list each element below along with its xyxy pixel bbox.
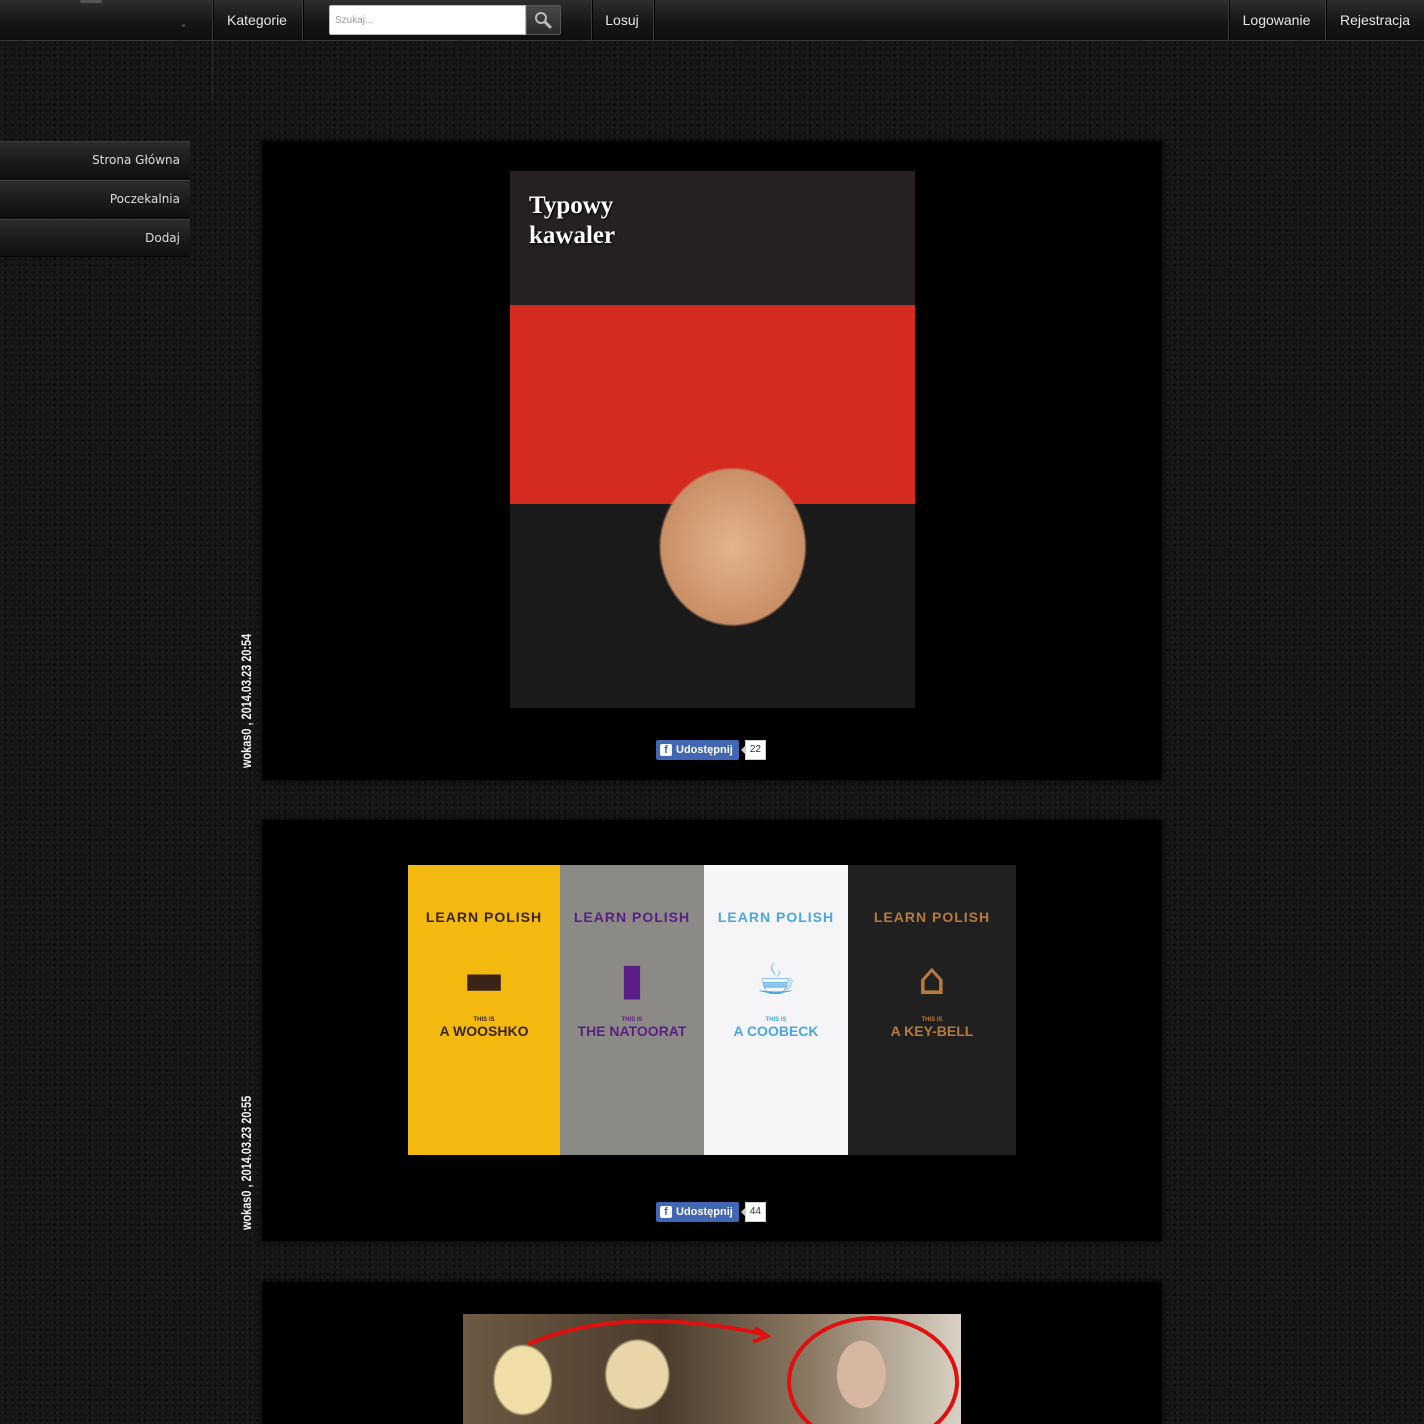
site-logo[interactable] xyxy=(0,0,212,40)
shirt-wooshko: LEARN POLISH ▬ THIS IS A WOOSHKO xyxy=(408,865,560,1155)
share-label: Udostępnij xyxy=(676,1206,733,1218)
red-annotation-icon xyxy=(527,1316,959,1424)
top-navigation-bar: Kategorie Losuj Logowanie Rejestracja xyxy=(0,0,1424,41)
post-author-date: wokas0 , 2014.03.23 20:55 xyxy=(238,1095,254,1230)
facebook-share-button[interactable]: f Udostępnij xyxy=(656,1202,739,1222)
login-link[interactable]: Logowanie xyxy=(1229,0,1324,40)
post-card: Typowy kawaler f Udostępnij 22 xyxy=(262,141,1162,780)
share-count: 22 xyxy=(740,740,766,760)
random-button[interactable]: Losuj xyxy=(592,0,652,40)
bed-icon: ▬ xyxy=(463,954,505,1005)
shirt-word: A COOBECK xyxy=(733,1023,819,1039)
search-button[interactable] xyxy=(526,5,561,35)
bottle-icon: ▮ xyxy=(619,954,645,1005)
sidebar-item-add[interactable]: Dodaj xyxy=(0,219,190,257)
facebook-icon: f xyxy=(660,744,672,756)
shirt-word: A WOOSHKO xyxy=(439,1023,529,1039)
meme-caption: Typowy kawaler xyxy=(529,191,615,251)
facebook-share-button[interactable]: f Udostępnij xyxy=(656,740,739,760)
logo-mark xyxy=(80,0,102,3)
shirt-word: THE NATOORAT xyxy=(577,1023,687,1039)
facebook-share: f Udostępnij 22 xyxy=(656,740,766,760)
search-input[interactable] xyxy=(329,5,526,35)
share-count: 44 xyxy=(740,1202,766,1222)
shirt-word: A KEY-BELL xyxy=(890,1023,974,1039)
post-image[interactable]: LEARN POLISH ▬ THIS IS A WOOSHKO LEARN P… xyxy=(408,865,1016,1155)
nav-divider xyxy=(302,0,303,40)
categories-menu[interactable]: Kategorie xyxy=(213,0,301,40)
shirt-header: LEARN POLISH xyxy=(873,909,991,925)
post-image[interactable]: Typowy kawaler xyxy=(510,171,915,708)
shirt-coobeck: LEARN POLISH ☕ THIS IS A COOBECK xyxy=(704,865,848,1155)
sidebar: Strona Główna Poczekalnia Dodaj xyxy=(0,141,190,258)
shirt-header: LEARN POLISH xyxy=(717,909,835,925)
outhouse-icon: ⌂ xyxy=(918,954,946,1005)
column-divider xyxy=(212,41,213,101)
post-author-date: wokas0 , 2014.03.23 20:54 xyxy=(238,633,254,768)
post-card xyxy=(262,1282,1162,1424)
shirt-key-bell: LEARN POLISH ⌂ THIS IS A KEY-BELL xyxy=(848,865,1016,1155)
sidebar-item-waiting-room[interactable]: Poczekalnia xyxy=(0,180,190,218)
shirt-header: LEARN POLISH xyxy=(573,909,691,925)
logo-dot xyxy=(182,24,185,27)
share-label: Udostępnij xyxy=(676,744,733,756)
meme-caption-text: Typowy kawaler xyxy=(529,192,616,249)
facebook-icon: f xyxy=(660,1206,672,1218)
post-card: LEARN POLISH ▬ THIS IS A WOOSHKO LEARN P… xyxy=(262,820,1162,1241)
register-link[interactable]: Rejestracja xyxy=(1326,0,1424,40)
post-image[interactable] xyxy=(463,1314,961,1424)
shirt-header: LEARN POLISH xyxy=(425,909,543,925)
facebook-share: f Udostępnij 44 xyxy=(656,1202,766,1222)
search-icon xyxy=(535,12,552,29)
shirt-natoorat: LEARN POLISH ▮ THIS IS THE NATOORAT xyxy=(560,865,704,1155)
nav-divider xyxy=(653,0,654,40)
sidebar-item-home[interactable]: Strona Główna xyxy=(0,141,190,179)
mug-icon: ☕ xyxy=(756,954,796,1005)
